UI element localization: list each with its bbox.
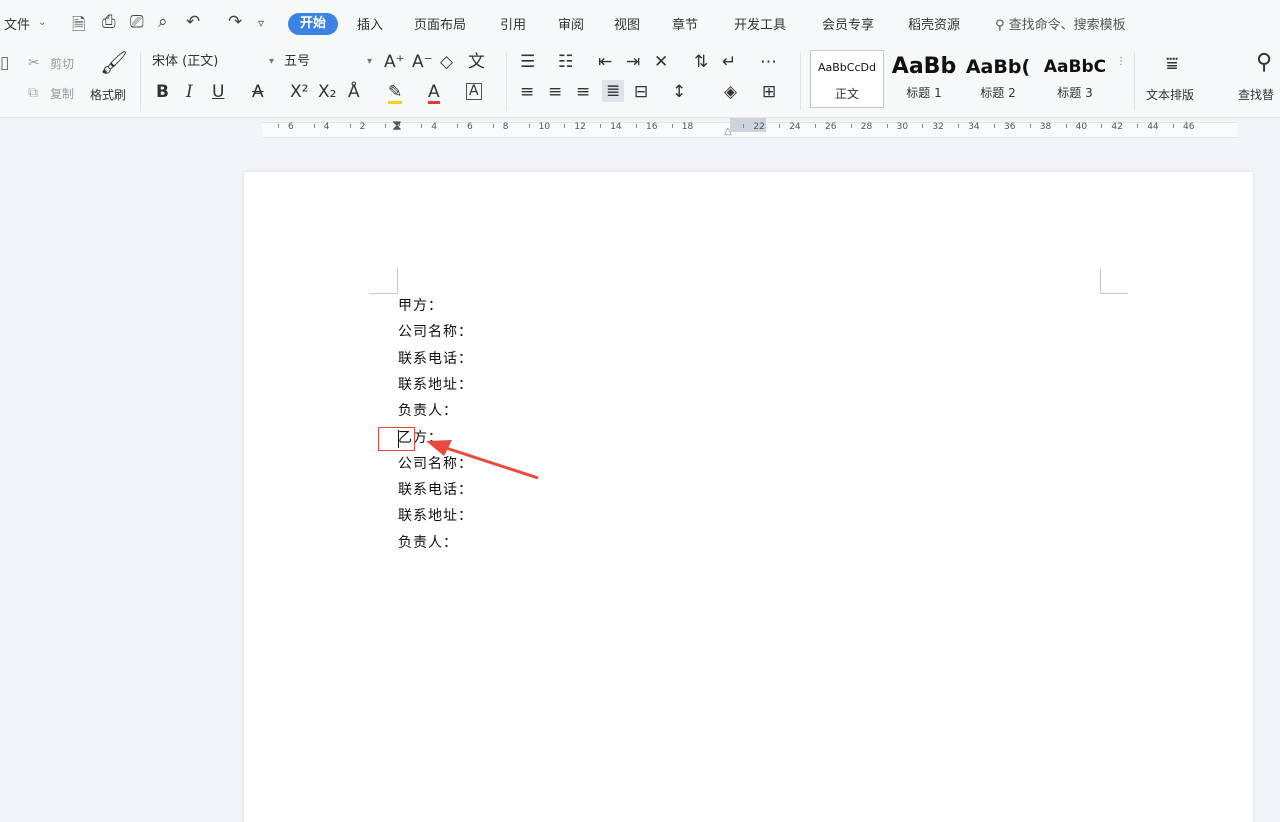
annotation-arrow <box>426 440 539 480</box>
annotation-arrow-shaft <box>439 444 539 480</box>
